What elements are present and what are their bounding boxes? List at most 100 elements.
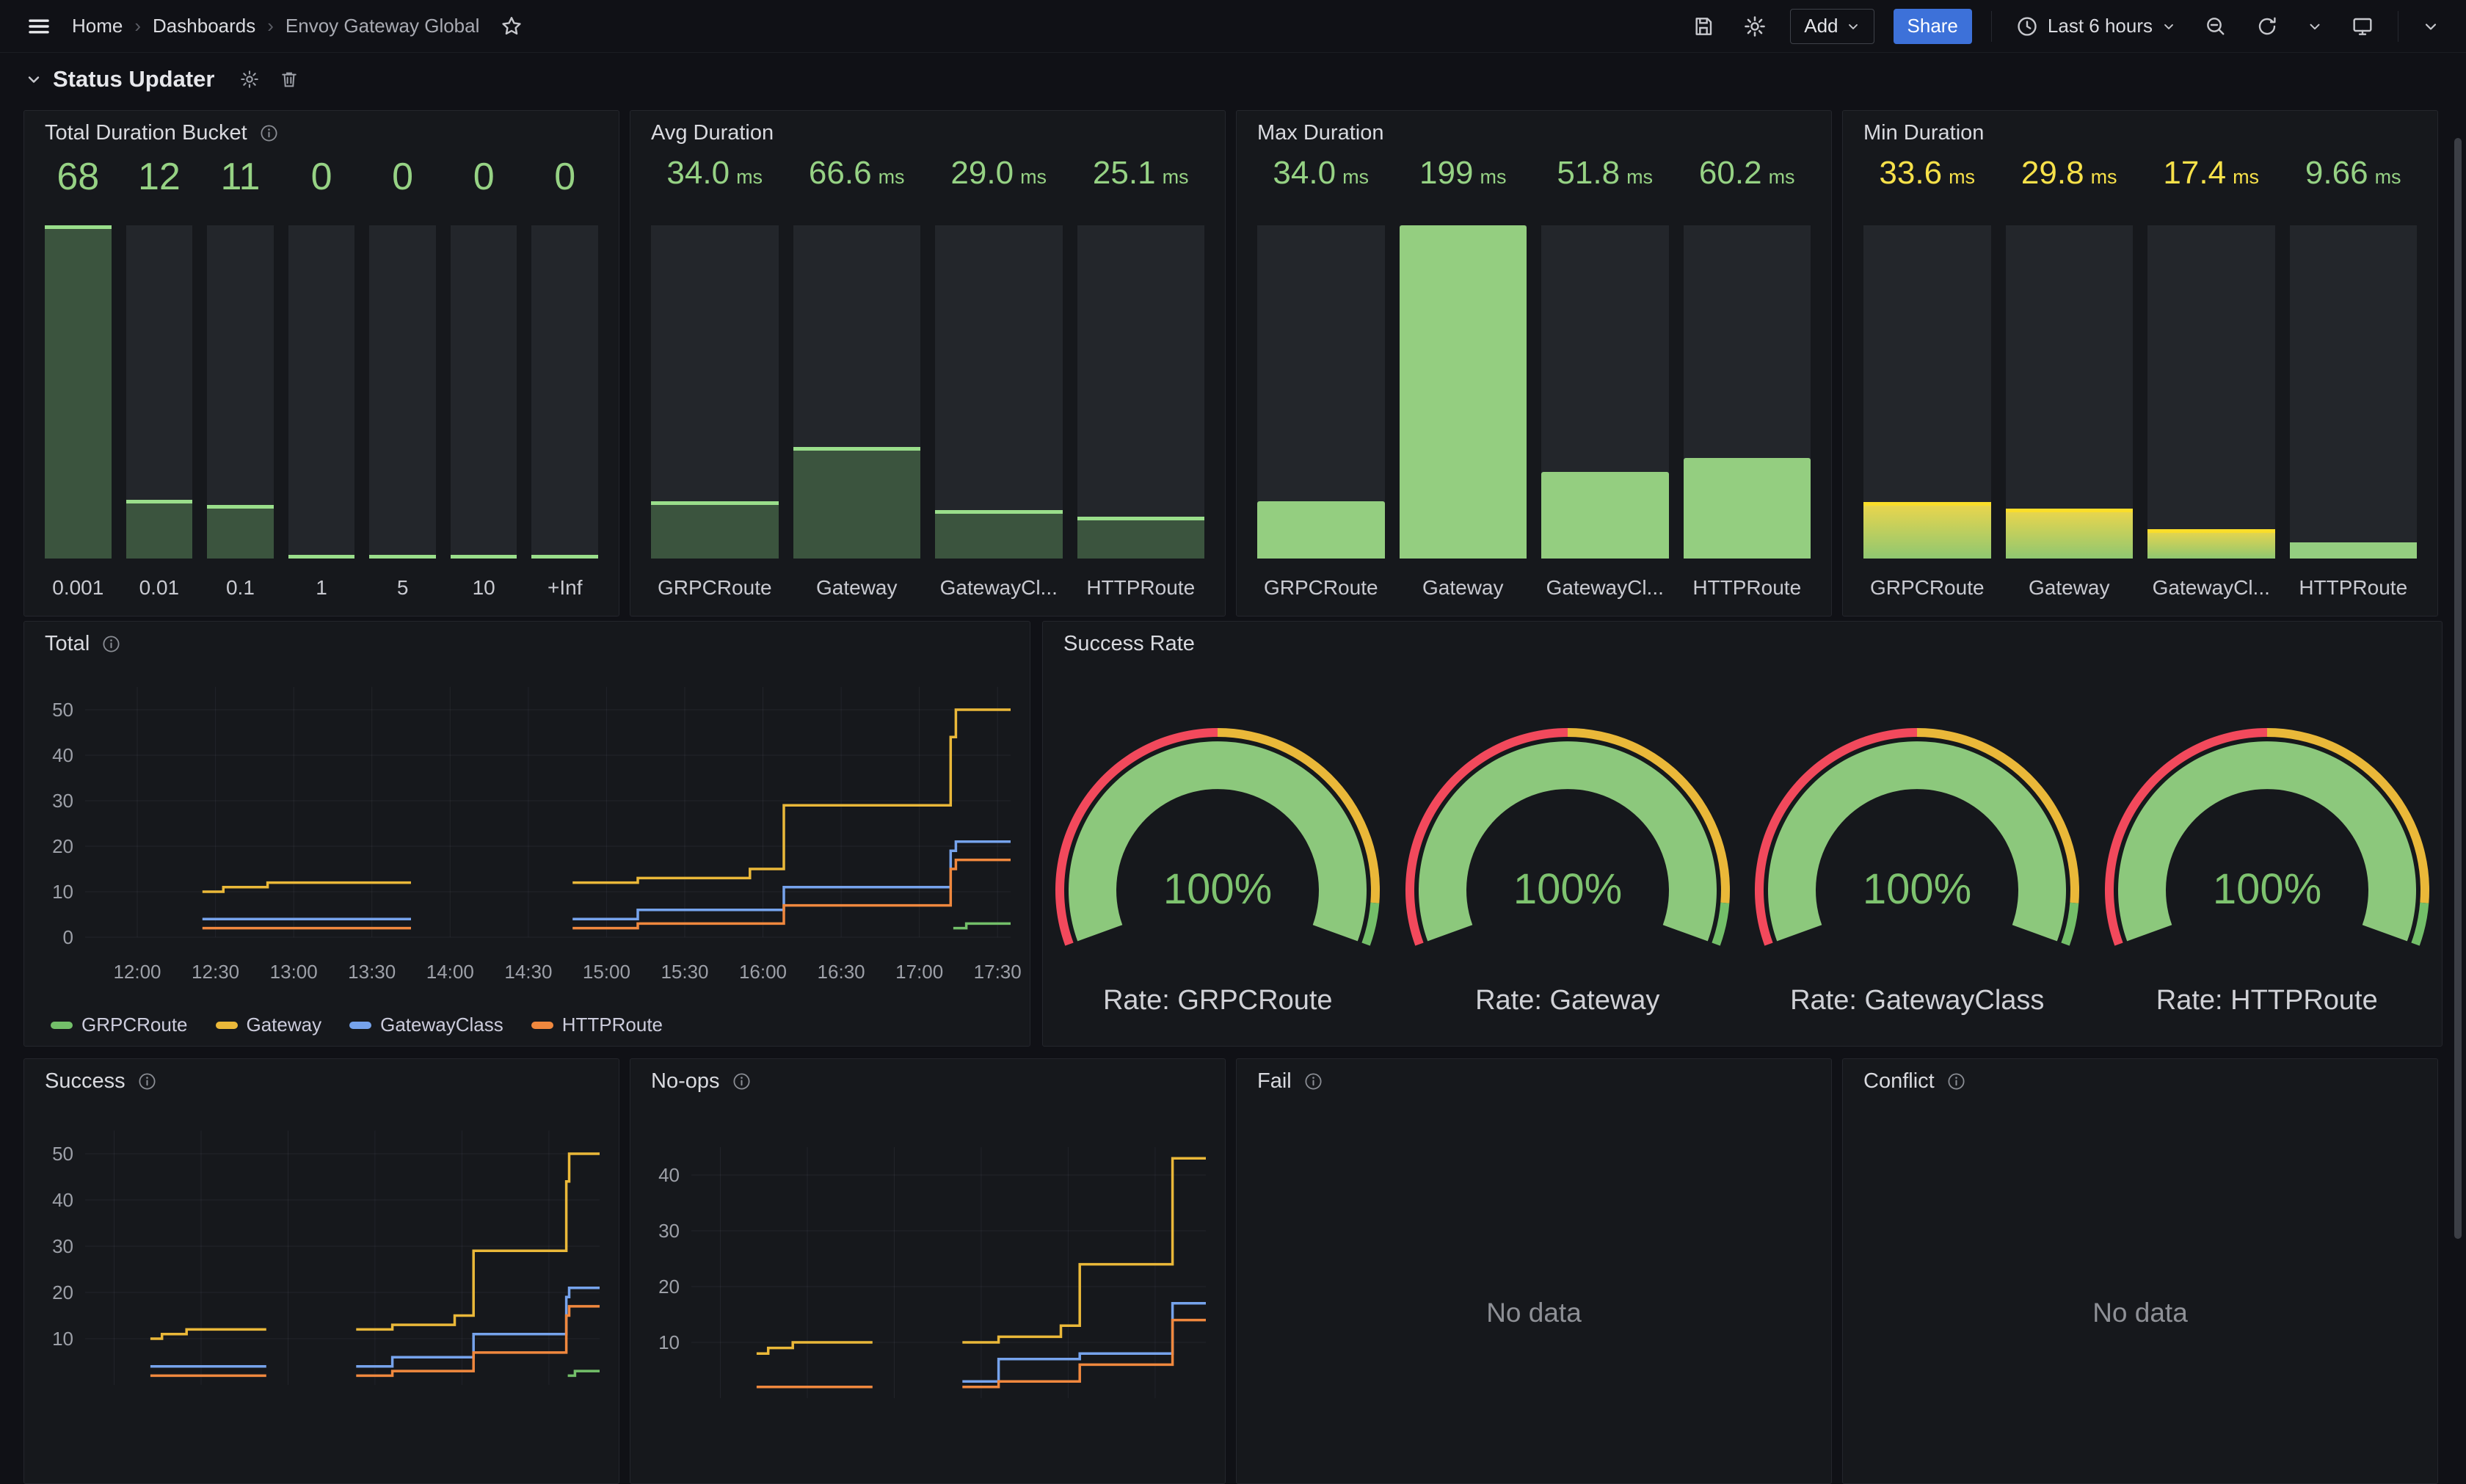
legend-item[interactable]: Gateway	[216, 1014, 322, 1036]
breadcrumb-home[interactable]: Home	[72, 15, 123, 37]
chevron-down-icon	[2422, 18, 2440, 35]
panel-no-ops: No-ops 10203040	[630, 1058, 1226, 1484]
bar-fill	[1077, 517, 1205, 559]
monitor-icon	[2351, 15, 2374, 38]
stat-value-row: 34.0ms	[651, 155, 779, 225]
add-button[interactable]: Add	[1790, 9, 1874, 44]
stat-value-row: 25.1ms	[1077, 155, 1205, 225]
bar-cap	[793, 447, 921, 451]
scrollbar-thumb[interactable]	[2454, 138, 2462, 1239]
nav-divider	[1991, 11, 1992, 42]
info-icon[interactable]	[1303, 1072, 1323, 1091]
no-data-text: No data	[1843, 1298, 2437, 1328]
bar-column: 17.4msGatewayCl...	[2147, 155, 2275, 600]
svg-text:20: 20	[52, 1281, 73, 1303]
bar-category-label: GatewayCl...	[1541, 567, 1669, 600]
stat-value-row: 199ms	[1400, 155, 1527, 225]
bar-fill	[207, 505, 274, 559]
bar-track	[1541, 225, 1669, 559]
bar-track	[935, 225, 1063, 559]
panel-header: Min Duration	[1843, 111, 2437, 155]
bar-track	[531, 225, 598, 559]
info-icon[interactable]	[732, 1072, 752, 1091]
clock-icon	[2015, 15, 2039, 38]
breadcrumb-separator: ›	[134, 15, 141, 37]
panel-conflict: Conflict No data	[1842, 1058, 2438, 1484]
bar-fill	[1400, 225, 1527, 559]
hamburger-menu-button[interactable]	[22, 10, 56, 43]
bar-fill	[793, 447, 921, 559]
legend-item[interactable]: GatewayClass	[349, 1014, 503, 1036]
legend-label: HTTPRoute	[562, 1014, 663, 1036]
svg-text:10: 10	[52, 1328, 73, 1350]
refresh-icon	[2255, 15, 2279, 38]
timeseries-chart: 0102030405012:0012:3013:0013:3014:0014:3…	[24, 666, 1030, 1046]
stat-value-row: 0	[451, 155, 517, 225]
bar-cap	[651, 501, 779, 505]
legend-item[interactable]: GRPCRoute	[51, 1014, 188, 1036]
info-icon[interactable]	[259, 123, 279, 143]
bar-category-label: 1	[288, 567, 355, 600]
bar-fill	[45, 225, 112, 559]
bar-fill	[2147, 529, 2275, 559]
stat-value: 199	[1419, 155, 1473, 192]
bar-track	[45, 225, 112, 559]
share-button[interactable]: Share	[1894, 9, 1972, 44]
panel-header: Total	[24, 622, 1030, 666]
panel-title: Total	[45, 632, 90, 656]
bar-category-label: HTTPRoute	[2290, 567, 2418, 600]
panel-header: Total Duration Bucket	[24, 111, 619, 155]
stat-unit: ms	[1020, 166, 1047, 189]
nav-left: Home › Dashboards › Envoy Gateway Global	[22, 10, 528, 43]
bar-cap	[45, 225, 112, 229]
star-icon	[500, 15, 523, 38]
breadcrumb-dashboards[interactable]: Dashboards	[153, 15, 255, 37]
zoom-out-time-button[interactable]	[2200, 10, 2232, 43]
svg-text:40: 40	[52, 744, 73, 766]
refresh-interval-dropdown[interactable]	[2302, 14, 2327, 39]
bar-cap	[2006, 509, 2134, 512]
legend-item[interactable]: HTTPRoute	[531, 1014, 663, 1036]
breadcrumb-current-dashboard: Envoy Gateway Global	[285, 15, 479, 37]
bar-column: 25.1msHTTPRoute	[1077, 155, 1205, 600]
tv-mode-button[interactable]	[2346, 10, 2379, 43]
bar-cap	[126, 500, 193, 503]
refresh-button[interactable]	[2251, 10, 2283, 43]
info-icon[interactable]	[101, 634, 121, 654]
favorite-star-button[interactable]	[495, 10, 528, 43]
legend-label: GatewayClass	[380, 1014, 503, 1036]
row-delete-button[interactable]	[274, 65, 304, 94]
stat-unit: ms	[1769, 166, 1795, 189]
gear-icon	[239, 69, 260, 90]
row-settings-button[interactable]	[235, 65, 264, 94]
top-nav: Home › Dashboards › Envoy Gateway Global…	[0, 0, 2466, 53]
bar-fill	[531, 555, 598, 559]
row-collapse-icon[interactable]	[25, 70, 43, 88]
legend-label: GRPCRoute	[81, 1014, 188, 1036]
panel-header: Success	[24, 1059, 619, 1103]
svg-text:100%: 100%	[1513, 865, 1622, 913]
bar-fill	[1684, 458, 1811, 559]
svg-text:12:30: 12:30	[192, 961, 239, 983]
nav-collapse-dropdown[interactable]	[2418, 13, 2444, 40]
stat-value: 25.1	[1093, 155, 1156, 192]
bar-column: 33.6msGRPCRoute	[1863, 155, 1991, 600]
panel-header: No-ops	[630, 1059, 1225, 1103]
svg-text:16:30: 16:30	[818, 961, 865, 983]
info-icon[interactable]	[1946, 1072, 1966, 1091]
row-title[interactable]: Status Updater	[53, 66, 214, 92]
nav-right: Add Share Last 6 hours	[1687, 9, 2444, 44]
gauge-panel-body: 100%Rate: GRPCRoute100%Rate: Gateway100%…	[1043, 666, 2442, 1046]
info-icon[interactable]	[137, 1072, 157, 1091]
gauge: 100%Rate: HTTPRoute	[2092, 666, 2443, 1046]
stat-value-row: 66.6ms	[793, 155, 921, 225]
bar-gauge-chart: 680.001120.01110.101050100+Inf	[24, 155, 619, 616]
svg-text:40: 40	[52, 1189, 73, 1211]
time-range-picker[interactable]: Last 6 hours	[2011, 15, 2181, 38]
stat-value: 51.8	[1557, 155, 1620, 192]
svg-text:10: 10	[658, 1331, 680, 1353]
svg-text:15:30: 15:30	[661, 961, 708, 983]
bar-column: 34.0msGRPCRoute	[1257, 155, 1385, 600]
dashboard-settings-button[interactable]	[1739, 10, 1771, 43]
save-dashboard-button[interactable]	[1687, 10, 1720, 43]
